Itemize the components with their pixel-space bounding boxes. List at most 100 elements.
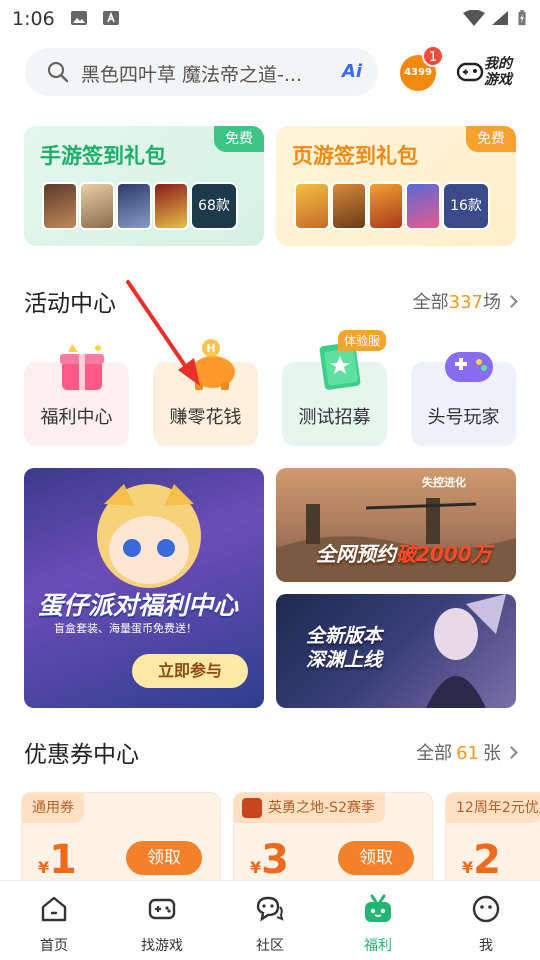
banner-title: 全网预约破2000万 [316, 538, 492, 567]
coupon-view-all-link[interactable]: 全部 61 张 [416, 739, 518, 765]
game-thumbnail [294, 182, 330, 230]
image-notification-icon [71, 11, 87, 25]
bottom-nav: 首页 找游戏 社区 福利 我 [0, 880, 540, 960]
view-all-prefix: 全部 [416, 743, 453, 764]
coupon-value: ¥2 [462, 837, 501, 883]
eggy-party-banner[interactable]: 蛋仔派对福利中心 盲盒套装、海量蛋币免费送！ 立即参与 [24, 468, 264, 708]
activity-label: 赚零花钱 [169, 407, 242, 428]
game-thumbnail [368, 182, 404, 230]
nav-community[interactable]: 社区 [230, 893, 310, 955]
coupon-tag: 通用券 [22, 793, 84, 823]
activity-section-title: 活动中心 [24, 291, 116, 317]
gamepad-icon [148, 898, 176, 920]
claim-button[interactable]: 领取 [126, 841, 202, 875]
coupon-amount: 3 [261, 837, 289, 883]
my-games-label: 我的游戏 [484, 56, 512, 88]
banner-title: 蛋仔派对福利中心 [38, 591, 239, 620]
notification-badge: 1 [422, 45, 444, 67]
mobile-game-gift-card[interactable]: 手游签到礼包 免费 68款 [24, 126, 264, 246]
characters-illustration [426, 594, 506, 708]
activity-top-player[interactable]: 头号玩家 [411, 352, 516, 446]
svg-text:H: H [206, 342, 215, 355]
more-games-count: 68款 [190, 182, 238, 230]
game-thumbnail [153, 182, 189, 230]
activity-earn-pocket-money[interactable]: H 赚零花钱 [153, 339, 258, 446]
search-query: 黑色四叶草 魔法帝之道-... [81, 64, 303, 86]
status-bar: 1:06 [0, 0, 540, 36]
gift-title: 手游签到礼包 [40, 144, 166, 168]
nav-home[interactable]: 首页 [14, 893, 94, 955]
gamepad-icon [445, 352, 493, 382]
free-tag: 免费 [214, 126, 264, 152]
gift-box-icon [60, 344, 104, 390]
activity-view-all-link[interactable]: 全部337场 [412, 288, 518, 314]
ai-button[interactable]: Ai [336, 57, 368, 87]
coupon-amount: 1 [49, 837, 77, 883]
chevron-right-icon [505, 295, 518, 308]
banner-subtitle: 盲盒套装、海量蛋币免费送！ [54, 622, 197, 635]
view-all-prefix: 全部 [412, 292, 449, 313]
nav-label: 首页 [40, 938, 68, 954]
banner-title-line: 全新版本 [306, 625, 383, 647]
game-preregister-banner[interactable]: 失控进化 全网预约破2000万 [276, 468, 516, 582]
game-logo: 失控进化 [422, 476, 466, 489]
home-icon [41, 896, 67, 922]
status-time: 1:06 [12, 8, 55, 30]
activity-label: 头号玩家 [427, 407, 500, 428]
battery-icon [518, 10, 526, 26]
view-all-suffix: 场 [483, 292, 501, 313]
view-all-suffix: 张 [483, 743, 501, 764]
banner-title: 全新版本 深渊上线 [306, 624, 382, 672]
nav-me[interactable]: 我 [446, 893, 526, 955]
gift-icon [365, 894, 391, 922]
piggy-bank-icon: H [191, 339, 235, 390]
wifi-icon [463, 10, 485, 26]
free-tag: 免费 [466, 126, 516, 152]
font-notification-icon [103, 11, 119, 25]
chat-icon [256, 896, 284, 922]
nav-welfare[interactable]: 福利 [338, 893, 418, 955]
banner-title-highlight: 破2000万 [396, 542, 492, 566]
more-games-count: 16款 [442, 182, 490, 230]
smile-icon [472, 895, 500, 923]
nav-label: 我 [479, 938, 493, 954]
my-games-icon [456, 62, 484, 82]
nav-find-games[interactable]: 找游戏 [122, 893, 202, 955]
search-icon [47, 61, 69, 83]
activity-welfare-center[interactable]: 福利中心 [24, 344, 129, 446]
game-thumbnail [116, 182, 152, 230]
coupon-count: 61 [456, 743, 479, 764]
coupon-value: ¥1 [38, 837, 77, 883]
claim-button[interactable]: 领取 [338, 841, 414, 875]
search-input[interactable]: 黑色四叶草 魔法帝之道-... Ai [25, 48, 378, 96]
coupon-currency: ¥ [462, 858, 474, 877]
join-now-button[interactable]: 立即参与 [132, 654, 248, 688]
game-thumbnail [42, 182, 78, 230]
coupon-value: ¥3 [250, 837, 289, 883]
coupon-amount: 2 [473, 837, 501, 883]
coupon-card: 英勇之地-S2赛季 ¥3 领取 [233, 792, 433, 892]
coupon-card: 12周年2元优惠 ¥2 [445, 792, 540, 892]
nav-label: 找游戏 [141, 938, 183, 954]
chevron-right-icon [505, 746, 518, 759]
coupon-currency: ¥ [250, 858, 262, 877]
coupon-tag: 12周年2元优惠 [446, 793, 540, 823]
game-thumbnail [405, 182, 441, 230]
web-game-gift-card[interactable]: 页游签到礼包 免费 16款 [276, 126, 516, 246]
game-icon [242, 798, 262, 818]
activity-label: 测试招募 [298, 407, 371, 428]
my-games-button[interactable]: 我的游戏 [456, 54, 518, 90]
signal-icon [492, 11, 508, 25]
activity-count: 337 [448, 292, 483, 313]
game-thumbnail [79, 182, 115, 230]
nav-label: 社区 [256, 938, 284, 954]
game-thumbnail [331, 182, 367, 230]
gift-title: 页游签到礼包 [292, 144, 418, 168]
activity-test-recruit[interactable]: 测试招募 [282, 342, 387, 446]
character-illustration [97, 484, 201, 588]
coupon-section-title: 优惠券中心 [24, 742, 139, 768]
activity-label: 福利中心 [40, 407, 113, 428]
new-version-banner[interactable]: 全新版本 深渊上线 [276, 594, 516, 708]
coupon-currency: ¥ [38, 858, 50, 877]
nav-label: 福利 [364, 938, 392, 954]
